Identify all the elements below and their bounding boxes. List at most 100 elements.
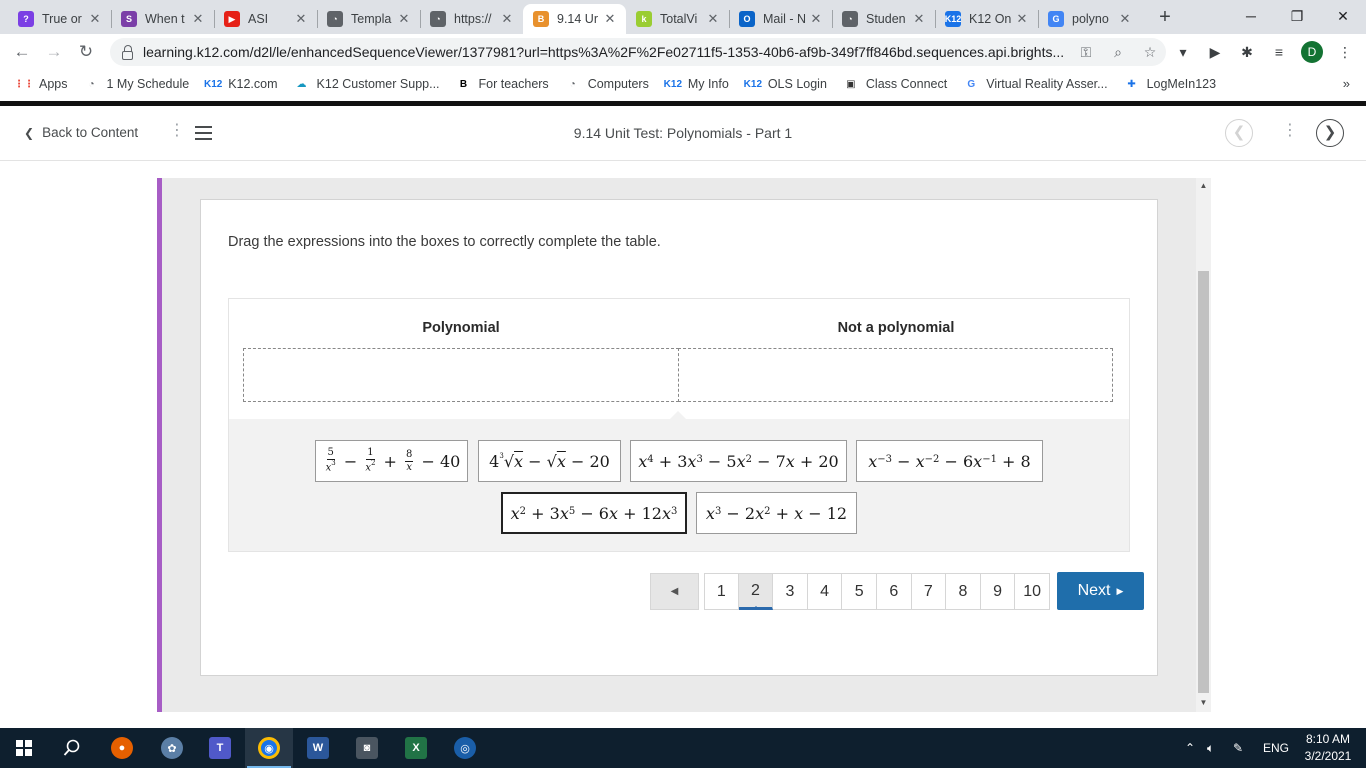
tab-title: TotalVi: [660, 12, 698, 26]
show-hidden-icons-icon[interactable]: ⌃: [1185, 741, 1199, 755]
minimize-button[interactable]: ─: [1228, 0, 1274, 32]
extensions-puzzle-icon[interactable]: ✱: [1237, 42, 1257, 62]
pocket-extension-icon[interactable]: ▾: [1173, 42, 1193, 62]
new-tab-button[interactable]: +: [1154, 6, 1176, 28]
bookmark-item[interactable]: ◔ Computers: [565, 76, 649, 92]
expression-tile[interactable]: 5 x3 − 1 x2 + 8x − 40: [315, 440, 468, 482]
bookmark-item[interactable]: ▣ Class Connect: [843, 76, 947, 92]
page-number[interactable]: 3: [773, 573, 808, 610]
teams-icon[interactable]: T: [196, 728, 244, 768]
page-number-current[interactable]: 2: [738, 573, 774, 610]
drop-zone-not-polynomial[interactable]: [678, 348, 1113, 402]
browser-tab[interactable]: B 9.14 Ur ✕: [523, 4, 626, 34]
media-queue-icon[interactable]: ≡: [1269, 42, 1289, 62]
browser-tab[interactable]: ◔ Studen ✕: [832, 4, 935, 34]
camera-icon[interactable]: ◙: [343, 728, 391, 768]
word-icon[interactable]: W: [294, 728, 342, 768]
bookmark-item[interactable]: K12 OLS Login: [744, 76, 827, 92]
browser-menu-icon[interactable]: ⋮: [1335, 42, 1355, 62]
page-number[interactable]: 1: [704, 573, 739, 610]
media-extension-icon[interactable]: ▶: [1205, 42, 1225, 62]
browser-tab[interactable]: ? True or ✕: [8, 4, 111, 34]
page-number[interactable]: 6: [876, 573, 912, 610]
more-bookmarks-icon[interactable]: »: [1343, 76, 1350, 91]
expression-tile[interactable]: x3 − 2x2 + x − 12: [696, 492, 857, 534]
profile-avatar[interactable]: D: [1301, 41, 1323, 63]
expression-tile[interactable]: x −3 − x −2 − 6 x −1 + 8: [856, 440, 1043, 482]
reload-icon[interactable]: ↻: [74, 41, 98, 63]
key-icon[interactable]: ⚿: [1070, 44, 1102, 61]
browser-tab[interactable]: K12 K12 On ✕: [935, 4, 1038, 34]
drop-zone-polynomial[interactable]: [243, 348, 679, 402]
bookmark-item[interactable]: ☁ K12 Customer Supp...: [294, 76, 440, 92]
bookmark-item[interactable]: K12 My Info: [664, 76, 729, 92]
close-tab-icon[interactable]: ✕: [499, 11, 515, 27]
firefox-icon[interactable]: ●: [98, 728, 146, 768]
close-tab-icon[interactable]: ✕: [602, 11, 618, 27]
pen-icon[interactable]: ✎: [1233, 741, 1251, 755]
browser-tab[interactable]: ◔ https:// ✕: [420, 4, 523, 34]
back-to-content-link[interactable]: ❮ Back to Content: [24, 125, 138, 140]
close-tab-icon[interactable]: ✕: [1117, 11, 1133, 27]
bookmark-item[interactable]: B For teachers: [456, 76, 549, 92]
back-arrow-icon[interactable]: ←: [10, 41, 34, 63]
close-window-button[interactable]: ✕: [1320, 0, 1366, 32]
close-tab-icon[interactable]: ✕: [190, 11, 206, 27]
browser-tab[interactable]: O Mail - N ✕: [729, 4, 832, 34]
expression-tile-selected[interactable]: x2 + 3x5 − 6x + 12 x 3: [501, 492, 687, 534]
browser-tab[interactable]: k TotalVi ✕: [626, 4, 729, 34]
scroll-up-arrow-icon[interactable]: ▲: [1196, 181, 1211, 190]
menu-hamburger-icon[interactable]: [195, 126, 212, 144]
page-number[interactable]: 10: [1015, 573, 1050, 610]
browser-tab[interactable]: ▶ ASI ✕: [214, 4, 317, 34]
page-number[interactable]: 9: [980, 573, 1016, 610]
browser-tab[interactable]: Gpolyno ✕: [1038, 4, 1141, 34]
close-tab-icon[interactable]: ✕: [705, 11, 721, 27]
url-text[interactable]: learning.k12.com/d2l/le/enhancedSequence…: [143, 44, 1070, 60]
browser-tab-strip: ? True or ✕ S When t ✕ ▶ ASI ✕ ◔ Templa ✕ ◔ https:// ✕…: [0, 0, 1366, 34]
zoom-icon[interactable]: ⌕: [1102, 44, 1134, 61]
page-number[interactable]: 8: [946, 573, 981, 610]
scrollbar-thumb[interactable]: [1198, 271, 1209, 693]
page-number[interactable]: 7: [911, 573, 947, 610]
search-icon[interactable]: [48, 728, 96, 768]
previous-question-button[interactable]: ◀: [650, 573, 699, 610]
scroll-down-arrow-icon[interactable]: ▼: [1196, 698, 1211, 707]
previous-topic-button[interactable]: ❮: [1225, 119, 1253, 147]
browser-tab[interactable]: S When t ✕: [111, 4, 214, 34]
bookmark-star-icon[interactable]: ☆: [1134, 44, 1166, 61]
excel-icon[interactable]: X: [392, 728, 440, 768]
bookmark-item[interactable]: G Virtual Reality Asser...: [963, 76, 1107, 92]
language-indicator[interactable]: ENG: [1263, 741, 1289, 755]
close-tab-icon[interactable]: ✕: [808, 11, 824, 27]
close-tab-icon[interactable]: ✕: [396, 11, 412, 27]
close-tab-icon[interactable]: ✕: [293, 11, 309, 27]
windows-start-icon[interactable]: [0, 728, 48, 768]
bookmark-item[interactable]: ◔ 1 My Schedule: [84, 76, 189, 92]
chrome-icon[interactable]: ◉: [245, 728, 293, 768]
close-tab-icon[interactable]: ✕: [911, 11, 927, 27]
close-tab-icon[interactable]: ✕: [87, 11, 103, 27]
bookmark-label: Apps: [39, 77, 68, 91]
page-number[interactable]: 5: [842, 573, 877, 610]
bookmark-item[interactable]: ⋮⋮ Apps: [14, 76, 68, 92]
browser-tab[interactable]: ◔ Templa ✕: [317, 4, 420, 34]
bookmark-item[interactable]: ✚ LogMeIn123: [1124, 76, 1216, 92]
photos-app-icon[interactable]: ✿: [148, 728, 196, 768]
next-question-button[interactable]: Next ▶: [1057, 572, 1144, 610]
expression-tile[interactable]: x4 + 3x3 − 5x2 − 7x + 20: [630, 440, 847, 482]
bookmark-label: K12 Customer Supp...: [316, 77, 440, 91]
tab-favicon-icon: ▶: [224, 11, 240, 27]
volume-icon[interactable]: 🔈︎: [1207, 741, 1225, 756]
cortana-icon[interactable]: ◎: [441, 728, 489, 768]
forward-arrow-icon[interactable]: →: [42, 41, 66, 63]
browser-toolbar: ← → ↻ learning.k12.com/d2l/le/enhancedSe…: [0, 34, 1366, 70]
next-topic-button[interactable]: ❯: [1316, 119, 1344, 147]
close-tab-icon[interactable]: ✕: [1014, 11, 1030, 27]
page-number[interactable]: 4: [807, 573, 843, 610]
restore-button[interactable]: ❐: [1274, 0, 1320, 32]
system-clock[interactable]: 8:10 AM 3/2/2021: [1300, 731, 1356, 765]
bookmark-item[interactable]: K12 K12.com: [204, 76, 278, 92]
address-bar[interactable]: learning.k12.com/d2l/le/enhancedSequence…: [110, 38, 1166, 66]
expression-tile[interactable]: 4 3√ x − √ x − 20: [478, 440, 621, 482]
